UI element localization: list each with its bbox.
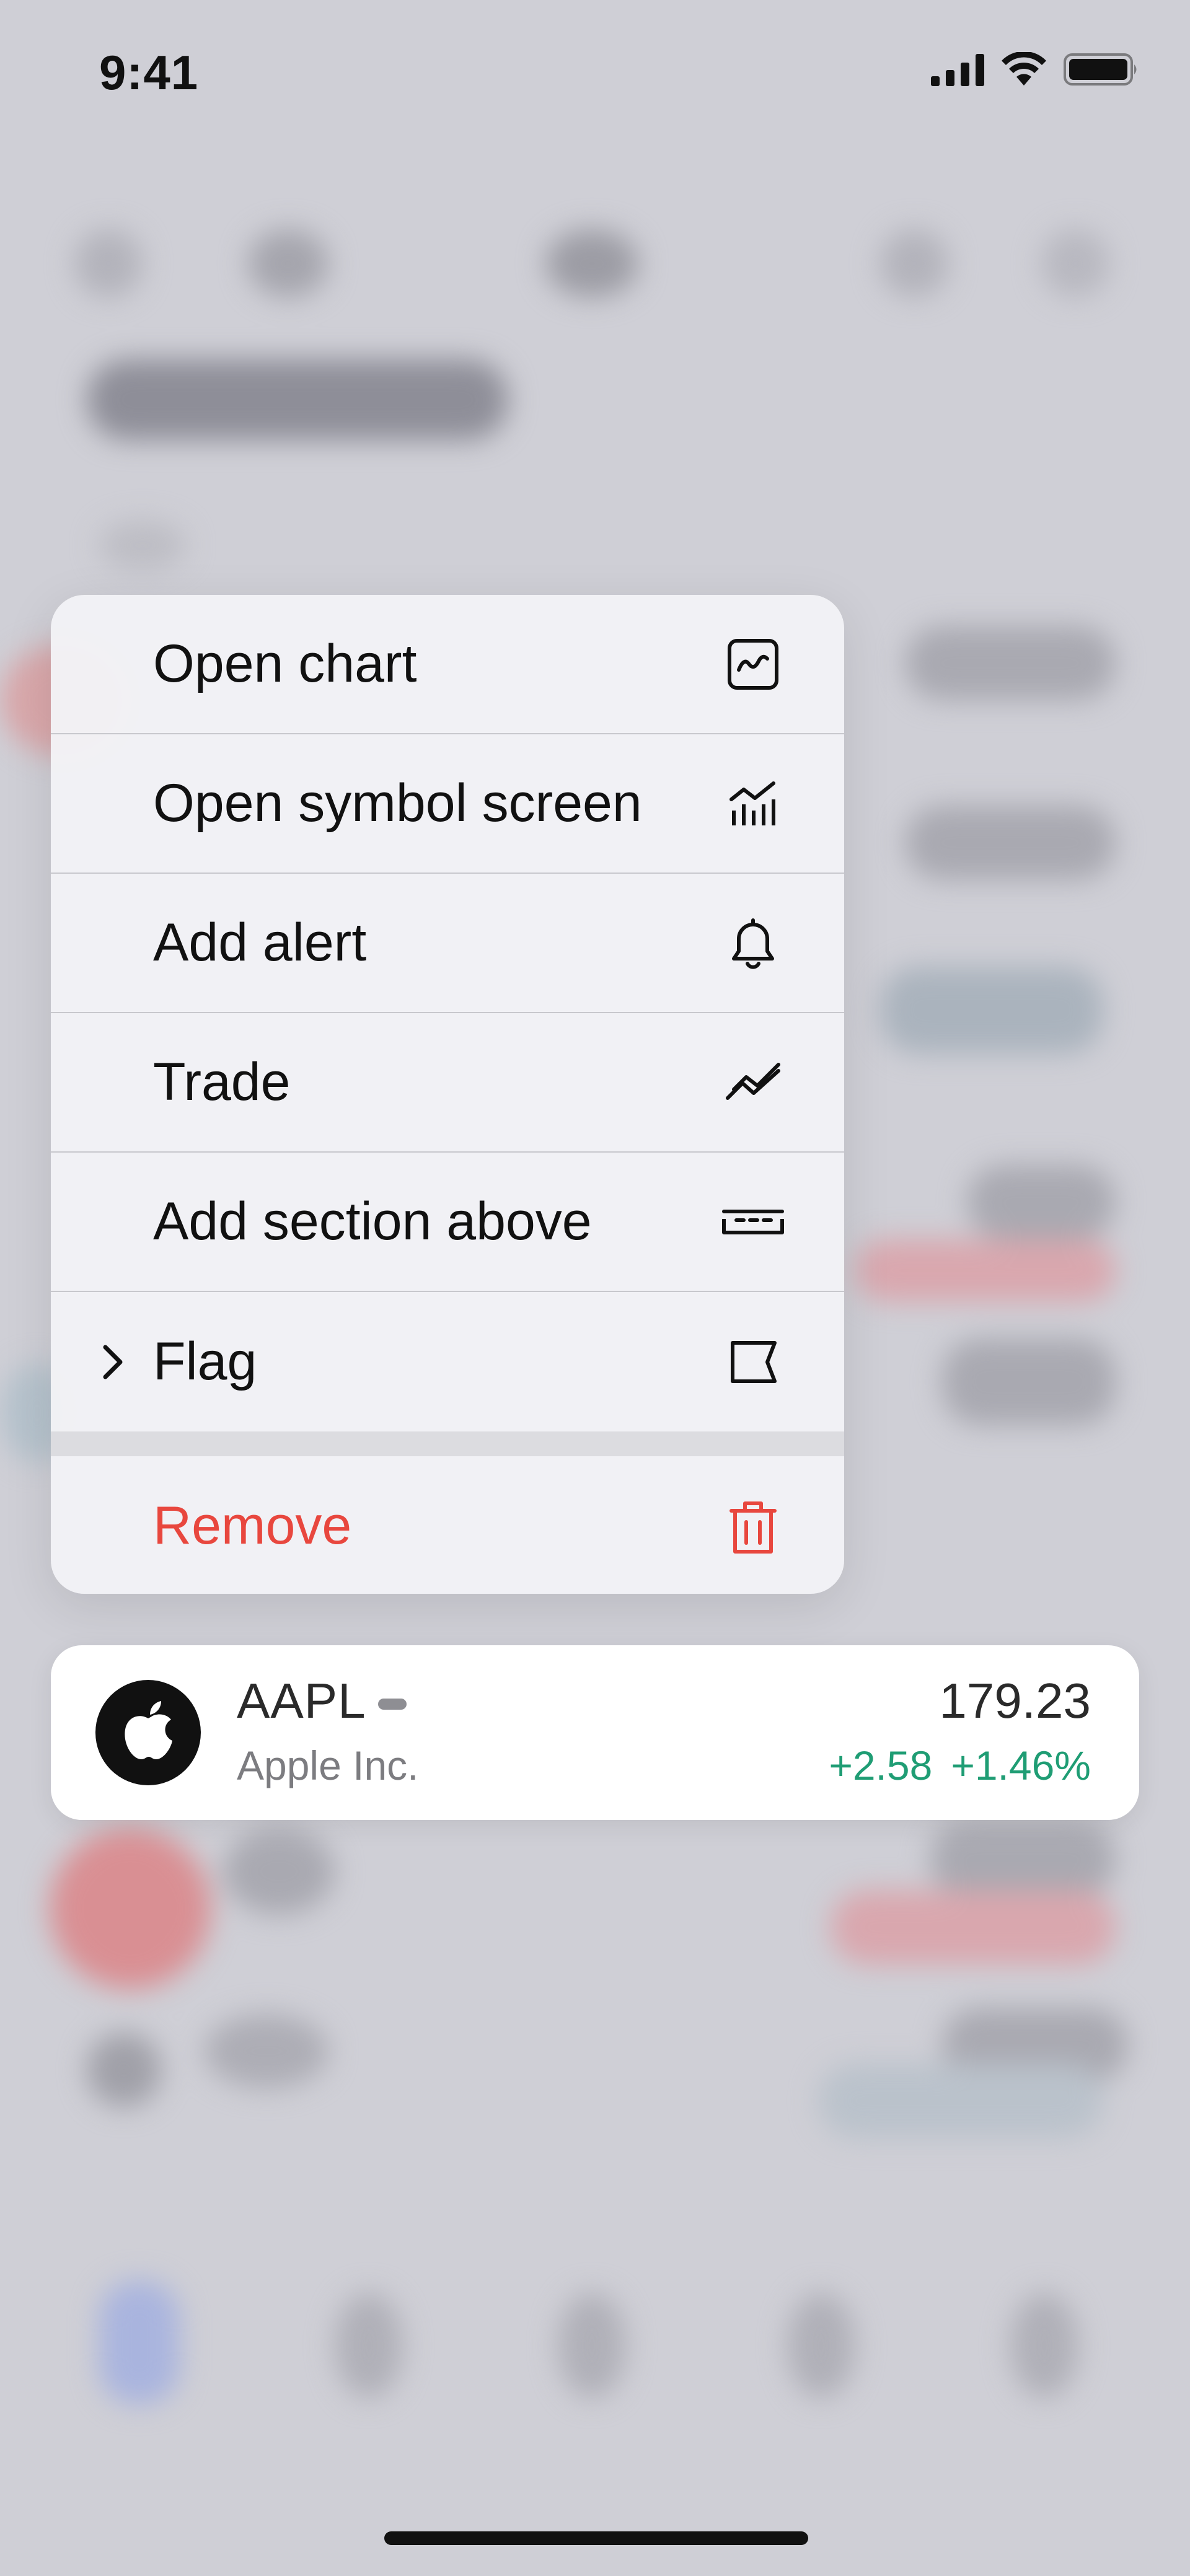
menu-item-open-chart[interactable]: Open chart	[51, 595, 844, 734]
price-change: +2.58 +1.46%	[829, 1742, 1091, 1789]
menu-item-add-section-above[interactable]: Add section above	[51, 1153, 844, 1292]
menu-item-label: Open chart	[153, 634, 417, 693]
cellular-signal-icon	[931, 53, 984, 86]
bell-icon	[732, 918, 774, 969]
price-value: 179.23	[939, 1673, 1091, 1728]
wifi-icon	[1002, 52, 1046, 86]
change-percent: +1.46%	[951, 1743, 1091, 1788]
section-icon	[722, 1209, 784, 1234]
menu-item-label: Remove	[153, 1496, 352, 1555]
screen: 9:41 Open chart Open symbol screen Add a…	[0, 0, 1190, 2576]
status-icons	[931, 52, 1140, 87]
menu-item-label: Flag	[153, 1332, 257, 1391]
home-indicator[interactable]	[384, 2531, 808, 2545]
trade-icon	[726, 1062, 780, 1100]
change-value: +2.58	[829, 1743, 933, 1788]
menu-item-add-alert[interactable]: Add alert	[51, 874, 844, 1013]
symbol-screen-icon	[729, 781, 775, 825]
menu-item-remove[interactable]: Remove	[51, 1456, 844, 1594]
trash-icon	[729, 1501, 777, 1554]
menu-item-trade[interactable]: Trade	[51, 1013, 844, 1153]
menu-item-label: Open symbol screen	[153, 773, 642, 833]
company-name: Apple Inc.	[237, 1743, 419, 1788]
menu-item-label: Add alert	[153, 913, 367, 972]
symbol-ticker: AAPL	[237, 1673, 366, 1728]
menu-separator	[51, 1431, 844, 1456]
flag-icon	[731, 1340, 777, 1383]
status-bar: 9:41	[0, 0, 1190, 143]
menu-item-label: Add section above	[153, 1192, 592, 1251]
chevron-right-icon	[103, 1345, 123, 1379]
menu-item-open-symbol-screen[interactable]: Open symbol screen	[51, 734, 844, 874]
chart-icon	[728, 638, 778, 690]
symbol-status-indicator	[378, 1699, 407, 1710]
context-menu: Open chart Open symbol screen Add alert	[51, 595, 844, 1594]
battery-icon	[1064, 53, 1137, 86]
apple-logo-icon	[95, 1680, 201, 1785]
symbol-card[interactable]: AAPL Apple Inc. 179.23 +2.58 +1.46%	[51, 1645, 1139, 1820]
menu-item-label: Trade	[153, 1052, 291, 1112]
menu-item-flag[interactable]: Flag	[51, 1292, 844, 1431]
status-time: 9:41	[99, 45, 199, 100]
